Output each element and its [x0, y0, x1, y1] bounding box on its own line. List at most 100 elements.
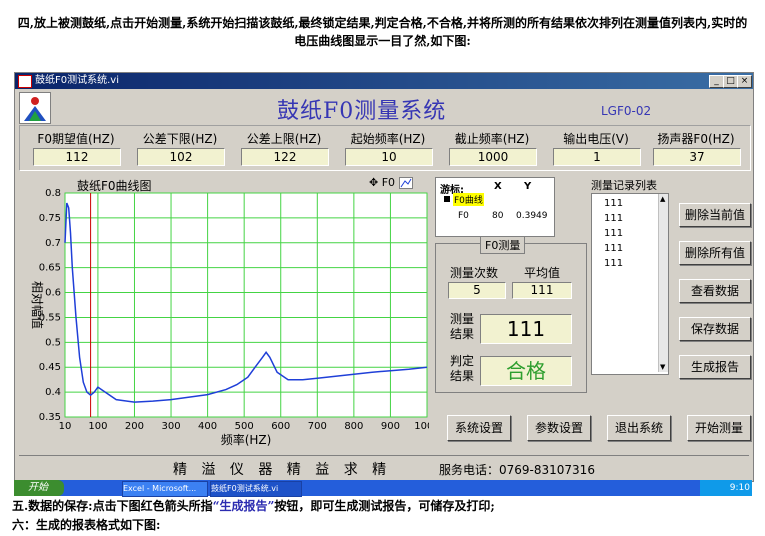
exit-system-button[interactable]: 退出系统 [607, 415, 671, 441]
judge-result-label: 判定 结果 [450, 354, 474, 384]
cursor-row-name: F0 [458, 211, 469, 221]
f0-group-title: F0测量 [480, 236, 526, 254]
company-slogan: 精 溢 仪 器 精 益 求 精 [173, 462, 392, 478]
param-field-upper-tolerance[interactable]: 122 [241, 148, 329, 166]
caption-bottom-line1-a: 五.数据的保存:点击下图红色箭头所指 [12, 499, 213, 513]
x-tick-label: 200 [125, 421, 144, 432]
maximize-button[interactable]: □ [723, 75, 738, 88]
generate-report-button[interactable]: 生成报告 [679, 355, 751, 379]
measure-result-label-2: 结果 [450, 327, 475, 341]
app-header: 鼓纸F0测量系统 LGF0-02 [15, 90, 753, 124]
start-label: 开始 [28, 482, 48, 493]
param-field-start-frequency[interactable]: 10 [345, 148, 433, 166]
measure-count-value: 5 [448, 282, 506, 299]
caption-bottom-line1: 五.数据的保存:点击下图红色箭头所指“生成报告”按钮，即可生成测试报告，可储存及… [12, 497, 495, 514]
f0-chart: 1010020030040050060070080090010000.350.4… [30, 188, 429, 447]
scroll-down-icon[interactable]: ▼ [660, 363, 665, 371]
x-axis-label: 频率(HZ) [221, 432, 272, 447]
x-tick-label: 100 [88, 421, 107, 432]
x-tick-label: 800 [344, 421, 363, 432]
system-tray: 9:10 [700, 480, 752, 496]
taskbar-item-f0-system[interactable]: 鼓纸F0测试系统.vi [210, 481, 302, 497]
records-list[interactable]: 111 111 111 111 111 ▲ ▼ [591, 193, 669, 375]
x-tick-label: 1000 [414, 421, 429, 432]
param-label-upper-tolerance: 公差上限(HZ) [246, 132, 322, 146]
x-tick-label: 500 [235, 421, 254, 432]
app-icon [18, 75, 32, 88]
list-item[interactable]: 111 [604, 198, 623, 209]
delete-current-button[interactable]: 删除当前值 [679, 203, 751, 227]
chart-legend: ✥ F0 [369, 176, 413, 189]
clock: 9:10 [729, 483, 750, 493]
param-label-output-voltage: 输出电压(V) [563, 132, 629, 146]
chart-title: 鼓纸F0曲线图 [77, 179, 152, 193]
app-window: 鼓纸F0测试系统.vi _ □ × 鼓纸F0测量系统 LGF0-02 F0期望值… [14, 72, 754, 482]
param-label-speaker-f0: 扬声器F0(HZ) [657, 132, 735, 146]
list-item[interactable]: 111 [604, 243, 623, 254]
y-tick-label: 0.4 [45, 387, 61, 398]
cursor-row-x: 80 [492, 211, 504, 221]
legend-label: F0 [381, 176, 396, 189]
y-tick-label: 0.5 [45, 337, 61, 348]
f0-measurement-group: F0测量 测量次数 平均值 5 111 测量 结果 111 判定 结果 合格 [435, 236, 587, 393]
param-field-speaker-f0[interactable]: 37 [653, 148, 741, 166]
records-scrollbar[interactable]: ▲ ▼ [658, 194, 668, 372]
cursor-col-x: X [494, 181, 502, 192]
caption-bottom-highlight: “生成报告” [212, 499, 275, 513]
cursor-color-swatch [444, 196, 450, 202]
cursor-row-y: 0.3949 [516, 211, 548, 221]
y-tick-label: 0.6 [45, 288, 61, 299]
view-data-button[interactable]: 查看数据 [679, 279, 751, 303]
param-label-lower-tolerance: 公差下限(HZ) [142, 132, 218, 146]
start-measure-button[interactable]: 开始测量 [687, 415, 751, 441]
zoom-tool-icon[interactable]: ✥ [369, 176, 378, 189]
x-tick-label: 700 [308, 421, 327, 432]
f0-chart-panel: 1010020030040050060070080090010000.350.4… [19, 173, 429, 451]
cursor-curve-name[interactable]: F0曲线 [453, 193, 484, 206]
x-tick-label: 300 [161, 421, 180, 432]
x-tick-label: 600 [271, 421, 290, 432]
delete-all-button[interactable]: 删除所有值 [679, 241, 751, 265]
app-main-title: 鼓纸F0测量系统 [277, 99, 447, 124]
company-logo [19, 92, 51, 124]
param-field-stop-frequency[interactable]: 1000 [449, 148, 537, 166]
title-bar[interactable]: 鼓纸F0测试系统.vi _ □ × [15, 73, 753, 89]
cursor-col-y: Y [524, 181, 532, 192]
list-item[interactable]: 111 [604, 228, 623, 239]
system-settings-button[interactable]: 系统设置 [447, 415, 511, 441]
caption-top-line2: 电压曲线图显示一目了然,如下图: [294, 34, 471, 48]
save-data-button[interactable]: 保存数据 [679, 317, 751, 341]
judge-result-value: 合格 [480, 356, 572, 386]
param-field-output-voltage[interactable]: 1 [553, 148, 641, 166]
judge-result-label-2: 结果 [450, 369, 475, 383]
cursor-panel: 游标: X Y F0曲线 F0 80 0.3949 [435, 177, 555, 237]
model-number: LGF0-02 [601, 104, 652, 118]
param-field-f0-expected[interactable]: 112 [33, 148, 121, 166]
average-value: 111 [512, 282, 572, 299]
list-item[interactable]: 111 [604, 258, 623, 269]
param-field-lower-tolerance[interactable]: 102 [137, 148, 225, 166]
judge-result-label-1: 判定 [450, 354, 475, 368]
y-axis-label: 相对幅值 [30, 281, 45, 329]
service-phone: 服务电话：0769-83107316 [439, 463, 595, 477]
param-label-stop-frequency: 截止频率(HZ) [454, 132, 530, 146]
x-tick-label: 900 [381, 421, 400, 432]
param-label-f0-expected: F0期望值(HZ) [37, 132, 115, 146]
list-item[interactable]: 111 [604, 213, 623, 224]
records-panel: 测量记录列表 111 111 111 111 111 ▲ ▼ [587, 173, 671, 385]
minimize-button[interactable]: _ [709, 75, 724, 88]
close-button[interactable]: × [737, 75, 752, 88]
taskbar-item-excel[interactable]: Excel - Microsoft... [122, 481, 208, 497]
records-title: 测量记录列表 [591, 179, 657, 192]
start-button[interactable]: 开始 [14, 480, 64, 496]
x-tick-label: 400 [198, 421, 217, 432]
y-tick-label: 0.45 [39, 362, 61, 373]
caption-top: 四,放上被测鼓纸,点击开始测量,系统开始扫描该鼓纸,最终锁定结果,判定合格,不合… [4, 14, 761, 50]
legend-line-icon [398, 177, 413, 189]
caption-bottom-line2: 六：生成的报表格式如下图: [12, 518, 161, 532]
average-label: 平均值 [524, 266, 561, 280]
footer-bar: 精 溢 仪 器 精 益 求 精 服务电话：0769-83107316 [19, 455, 749, 478]
parameter-settings-button[interactable]: 参数设置 [527, 415, 591, 441]
parameter-panel: F0期望值(HZ) 112 公差下限(HZ) 102 公差上限(HZ) 122 … [19, 125, 751, 171]
scroll-up-icon[interactable]: ▲ [660, 195, 665, 203]
